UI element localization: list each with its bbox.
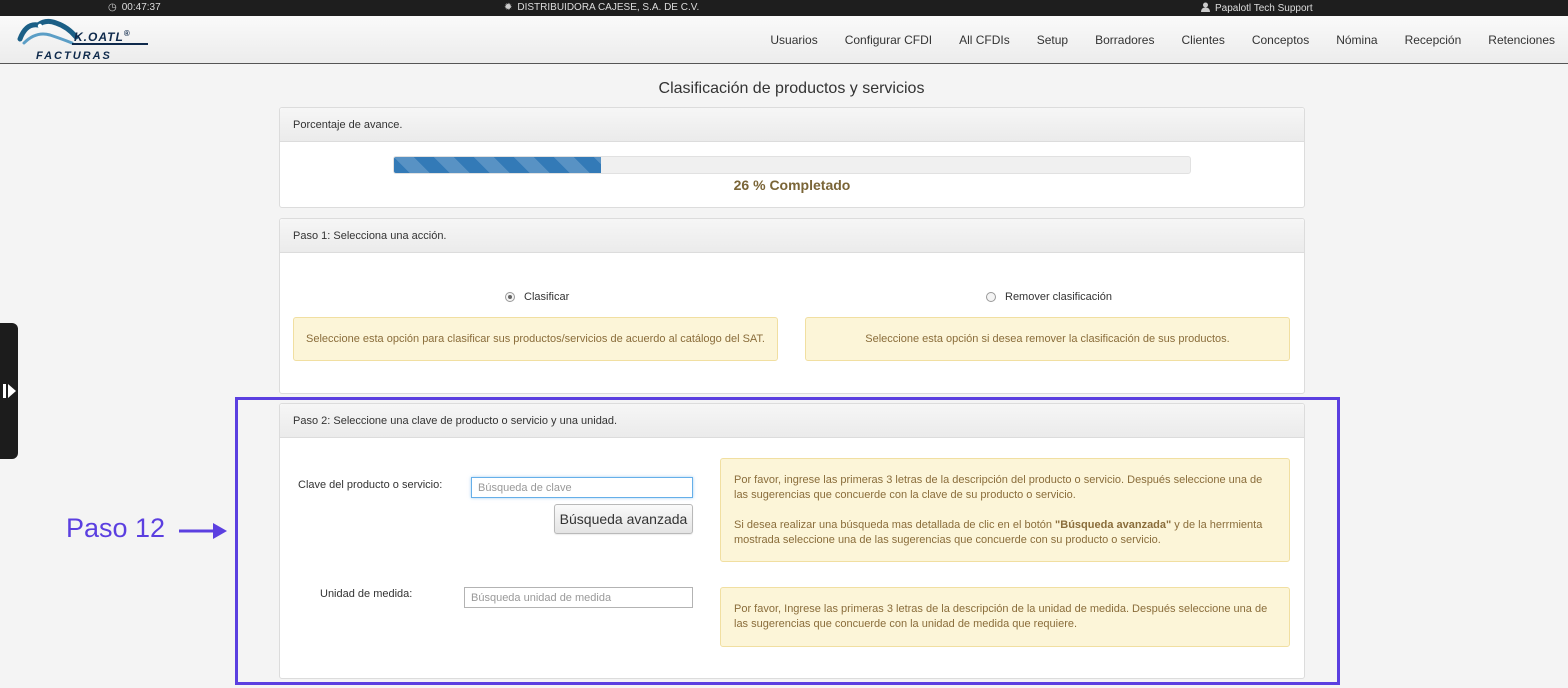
nav-borradores[interactable]: Borradores <box>1095 33 1154 47</box>
arrow-right-icon <box>179 523 227 539</box>
progress-panel-heading: Porcentaje de avance. <box>280 108 1304 142</box>
koatl-facturas-logo[interactable]: K.OATL® FACTURAS <box>16 17 151 63</box>
nav-conceptos[interactable]: Conceptos <box>1252 33 1309 47</box>
side-panel-toggle[interactable] <box>0 323 18 459</box>
step1-heading: Paso 1: Selecciona una acción. <box>280 219 1304 253</box>
classify-label: Clasificar <box>524 291 570 303</box>
remove-info-alert: Seleccione esta opción si desea remover … <box>805 317 1290 361</box>
nav-configurar-cfdi[interactable]: Configurar CFDI <box>845 33 932 47</box>
status-bar: ◷ 00:47:37 ✹ DISTRIBUIDORA CAJESE, S.A. … <box>0 0 1568 16</box>
main-navbar: K.OATL® FACTURAS Usuarios Configurar CFD… <box>0 16 1568 64</box>
logo-koatl: K.OATL® <box>74 29 131 44</box>
step-highlight-box <box>235 397 1340 685</box>
progress-bar-fill <box>394 157 601 173</box>
company-label: DISTRIBUIDORA CAJESE, S.A. DE C.V. <box>517 2 700 13</box>
logo-underline <box>72 43 148 45</box>
nav-clientes[interactable]: Clientes <box>1181 33 1224 47</box>
remove-classification-label: Remover clasificación <box>1005 291 1112 303</box>
remove-classification-radio[interactable] <box>986 292 996 302</box>
step1-panel: Paso 1: Selecciona una acción. Clasifica… <box>279 218 1305 394</box>
nav-recepcion[interactable]: Recepción <box>1405 33 1462 47</box>
nav-all-cfdis[interactable]: All CFDIs <box>959 33 1010 47</box>
progress-label: 26 % Completado <box>733 177 851 193</box>
classify-radio[interactable] <box>505 292 515 302</box>
page-title: Clasificación de productos y servicios <box>658 80 925 97</box>
progress-bar <box>393 156 1191 174</box>
tutorial-step-label: Paso 12 <box>66 513 166 543</box>
clock-time: 00:47:37 <box>121 2 161 13</box>
current-user[interactable]: Papalotl Tech Support <box>1201 2 1313 15</box>
top-nav: Usuarios Configurar CFDI All CFDIs Setup… <box>770 16 1555 64</box>
expand-panel-icon <box>3 384 16 398</box>
nav-usuarios[interactable]: Usuarios <box>770 33 817 47</box>
company-name: ✹ DISTRIBUIDORA CAJESE, S.A. DE C.V. <box>504 2 699 13</box>
logo-facturas: FACTURAS <box>36 50 112 62</box>
nav-setup[interactable]: Setup <box>1037 33 1068 47</box>
user-icon <box>1201 2 1210 15</box>
remove-classification-option[interactable]: Remover clasificación <box>986 291 1112 303</box>
progress-panel: Porcentaje de avance. 26 % Completado <box>279 107 1305 208</box>
user-name: Papalotl Tech Support <box>1215 3 1313 14</box>
sun-icon: ✹ <box>504 1 513 13</box>
classify-info-alert: Seleccione esta opción para clasificar s… <box>293 317 778 361</box>
clock-icon: ◷ <box>108 1 117 13</box>
session-clock: ◷ 00:47:37 <box>108 2 161 13</box>
nav-nomina[interactable]: Nómina <box>1336 33 1377 47</box>
nav-retenciones[interactable]: Retenciones <box>1488 33 1555 47</box>
classify-option[interactable]: Clasificar <box>505 291 569 303</box>
